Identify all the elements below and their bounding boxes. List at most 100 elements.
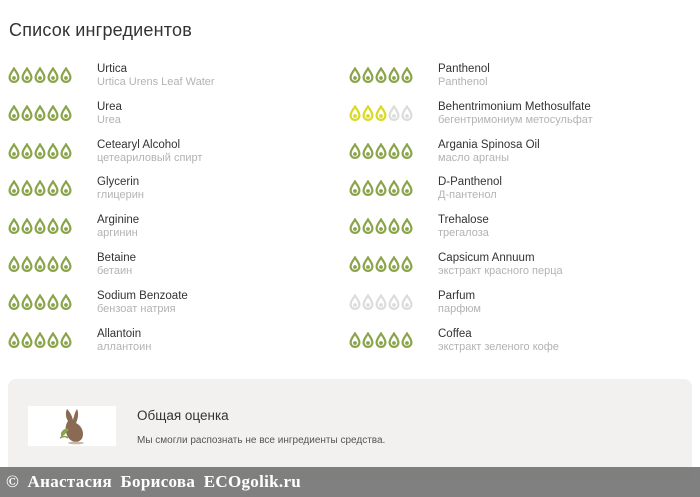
ingredient-name[interactable]: Betaine <box>97 251 136 265</box>
droplet-icon <box>362 218 374 235</box>
droplet-icon <box>362 67 374 83</box>
ingredient-name[interactable]: Capsicum Annuum <box>438 251 563 265</box>
overall-rating-text: Мы смогли распознать не все ингредиенты … <box>137 435 386 446</box>
droplet-icon <box>8 67 20 83</box>
droplet-icon <box>21 67 33 83</box>
droplet-icon <box>362 180 374 197</box>
ingredient-names: Coffea экстракт зеленого кофе <box>438 327 559 354</box>
ingredient-rating <box>8 293 72 310</box>
ingredient-row[interactable]: Betaine бетаин <box>8 249 348 287</box>
ingredient-rating <box>349 331 413 348</box>
droplet-icon <box>401 67 413 83</box>
ingredient-rating <box>349 218 413 235</box>
ingredient-names: D-Panthenol Д-пантенол <box>438 175 502 202</box>
ingredient-name[interactable]: Urtica <box>97 62 215 76</box>
droplet-icon <box>375 67 387 83</box>
droplet-icon <box>8 180 20 197</box>
droplet-icon <box>388 142 400 159</box>
droplet-icon <box>34 331 46 348</box>
droplet-icon <box>34 293 46 310</box>
ingredient-subname: экстракт зеленого кофе <box>438 340 559 353</box>
droplet-icon <box>47 180 59 197</box>
ingredient-row[interactable]: Glycerin глицерин <box>8 173 348 211</box>
ingredient-name[interactable]: Argania Spinosa Oil <box>438 138 540 152</box>
ingredient-subname: Urtica Urens Leaf Water <box>97 76 215 88</box>
ingredient-row[interactable]: Argania Spinosa Oil масло арганы <box>349 136 689 174</box>
droplet-icon <box>8 255 20 272</box>
droplet-icon <box>60 218 72 235</box>
ingredient-rating <box>349 180 413 197</box>
ingredient-row[interactable]: Capsicum Annuum экстракт красного перца <box>349 249 689 287</box>
droplet-icon <box>388 180 400 197</box>
ingredient-subname: бетаин <box>97 264 133 277</box>
ingredient-name[interactable]: Behentrimonium Methosulfate <box>438 100 593 114</box>
ingredient-names: Trehalose трегалоза <box>438 213 489 240</box>
droplet-icon <box>34 67 46 83</box>
ingredient-rating <box>8 67 72 83</box>
droplet-icon <box>34 218 46 235</box>
droplet-icon <box>60 331 72 348</box>
droplet-icon <box>21 104 33 121</box>
ingredient-row[interactable]: D-Panthenol Д-пантенол <box>349 173 689 211</box>
ingredient-row[interactable]: Urea Urea <box>8 98 348 136</box>
ingredient-name[interactable]: Cetearyl Alcohol <box>97 138 202 152</box>
droplet-icon <box>21 293 33 310</box>
ingredient-row[interactable]: Allantoin аллантоин <box>8 325 348 363</box>
ingredient-name[interactable]: Parfum <box>438 289 481 303</box>
ingredient-name[interactable]: Allantoin <box>97 327 151 341</box>
droplet-icon <box>362 255 374 272</box>
droplet-icon <box>21 142 33 159</box>
ingredient-names: Urea Urea <box>97 100 122 127</box>
ingredient-name[interactable]: Arginine <box>97 213 139 227</box>
overall-rating-title: Общая оценка <box>137 408 229 423</box>
ingredient-row[interactable]: Panthenol Panthenol <box>349 60 689 98</box>
droplet-icon <box>401 255 413 272</box>
ingredient-row[interactable]: Urtica Urtica Urens Leaf Water <box>8 60 348 98</box>
droplet-icon <box>401 218 413 235</box>
droplet-icon <box>401 180 413 197</box>
ingredient-name[interactable]: D-Panthenol <box>438 175 502 189</box>
ingredient-row[interactable]: Behentrimonium Methosulfate бегентримониу… <box>349 98 689 136</box>
ingredient-row[interactable]: Cetearyl Alcohol цетеариловый спирт <box>8 136 348 174</box>
droplet-icon <box>375 104 387 121</box>
ingredient-subname: глицерин <box>97 189 144 202</box>
droplet-icon <box>47 293 59 310</box>
droplet-icon <box>47 67 59 83</box>
ingredient-row[interactable]: Arginine аргинин <box>8 211 348 249</box>
overall-rating-panel: Общая оценка Мы смогли распознать не все… <box>8 379 692 479</box>
ingredient-name[interactable]: Urea <box>97 100 122 114</box>
droplet-icon <box>349 104 361 121</box>
ingredient-name[interactable]: Glycerin <box>97 175 144 189</box>
ingredient-subname: бензоат натрия <box>97 302 176 315</box>
ingredient-names: Parfum парфюм <box>438 289 481 316</box>
droplet-icon <box>34 180 46 197</box>
ingredient-names: Allantoin аллантоин <box>97 327 151 354</box>
droplet-icon <box>60 104 72 121</box>
droplet-icon <box>34 255 46 272</box>
droplet-icon <box>388 331 400 348</box>
ingredient-row[interactable]: Sodium Benzoate бензоат натрия <box>8 287 348 325</box>
droplet-icon <box>21 331 33 348</box>
ingredient-subname: парфюм <box>438 302 481 315</box>
ingredient-row[interactable]: Trehalose трегалоза <box>349 211 689 249</box>
droplet-icon <box>21 180 33 197</box>
droplet-icon <box>388 293 400 310</box>
ingredients-column-right: Panthenol Panthenol Behentrimonium Methosu… <box>349 60 689 362</box>
droplet-icon <box>362 142 374 159</box>
droplet-icon <box>401 142 413 159</box>
droplet-icon <box>60 142 72 159</box>
droplet-icon <box>375 331 387 348</box>
rabbit-icon <box>59 409 84 445</box>
droplet-icon <box>375 218 387 235</box>
droplet-icon <box>60 293 72 310</box>
droplet-icon <box>401 293 413 310</box>
ingredient-name[interactable]: Trehalose <box>438 213 489 227</box>
droplet-icon <box>8 104 20 121</box>
ingredient-row[interactable]: Coffea экстракт зеленого кофе <box>349 325 689 363</box>
ingredient-row[interactable]: Parfum парфюм <box>349 287 689 325</box>
ingredient-name[interactable]: Sodium Benzoate <box>97 289 188 303</box>
ingredient-name[interactable]: Panthenol <box>438 62 490 76</box>
droplet-icon <box>47 218 59 235</box>
droplet-icon <box>401 331 413 348</box>
ingredient-name[interactable]: Coffea <box>438 327 559 341</box>
